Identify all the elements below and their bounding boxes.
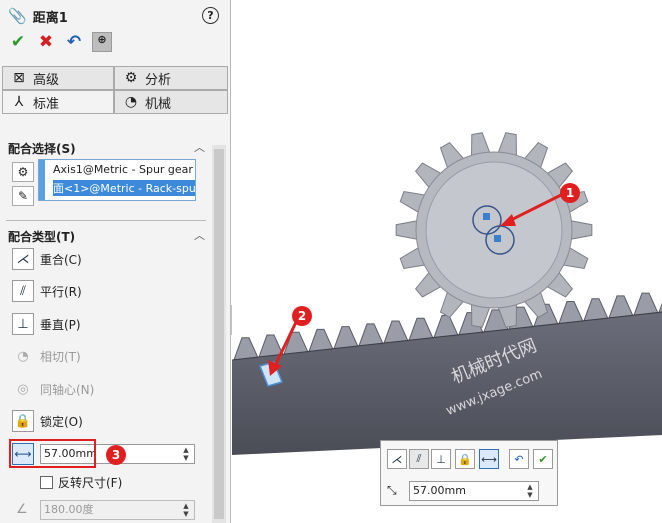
popup-ok-icon[interactable]: ✔ bbox=[533, 449, 553, 469]
mate-selection-list[interactable]: Axis1@Metric - Spur gear 5f 面<1>@Metric … bbox=[38, 159, 196, 201]
popup-dimension-icon: ⤡ bbox=[387, 483, 397, 497]
popup-distance-icon[interactable]: ⟷ bbox=[479, 449, 499, 469]
flip-label: 反转尺寸(F) bbox=[58, 476, 123, 490]
collapse-mate-type-icon[interactable]: ︿ bbox=[194, 227, 205, 243]
mate-perpendicular[interactable]: ⊥ 垂直(P) bbox=[12, 312, 81, 336]
list-item[interactable]: 面<1>@Metric - Rack-spur bbox=[53, 180, 195, 196]
angle-input[interactable]: 180.00度 ▲ ▼ bbox=[40, 500, 195, 520]
mate-coincident[interactable]: ⋌ 重合(C) bbox=[12, 247, 82, 271]
multimate-icon[interactable]: ✎ bbox=[12, 186, 34, 206]
concentric-icon: ◎ bbox=[17, 381, 29, 397]
panel-scrollbar[interactable] bbox=[212, 145, 226, 523]
angle-icon: ∠ bbox=[16, 502, 28, 517]
divider bbox=[6, 220, 206, 221]
mate-tangent[interactable]: ◔ 相切(T) bbox=[12, 344, 81, 368]
help-button[interactable]: ? bbox=[202, 7, 219, 24]
panel-header: 📎 距离1 bbox=[8, 6, 68, 26]
popup-lock-icon[interactable]: 🔒 bbox=[455, 449, 475, 469]
mate-tabs: ⊠ 高级 ⚙ 分析 ⅄ 标准 ◔ 机械 bbox=[2, 66, 228, 116]
distance-spinner[interactable]: ▲ ▼ bbox=[180, 446, 192, 462]
perpendicular-icon: ⊥ bbox=[12, 313, 34, 335]
rack-tooth bbox=[383, 320, 409, 344]
mate-selection-icon: ⚙ bbox=[12, 162, 34, 182]
selection-section-title: 配合选择(S) bbox=[8, 142, 76, 156]
angle-spinner[interactable]: ▲ ▼ bbox=[180, 502, 192, 518]
tab-label: 高级 bbox=[33, 72, 60, 88]
mate-label: 同轴心(N) bbox=[40, 382, 95, 397]
rack-tooth bbox=[633, 292, 659, 316]
pin-button[interactable]: ⊕ bbox=[92, 32, 112, 52]
mate-lock[interactable]: 🔒 锁定(O) bbox=[12, 409, 83, 433]
highlight-box bbox=[9, 439, 96, 468]
tab-label: 机械 bbox=[145, 96, 172, 112]
rack-tooth bbox=[358, 323, 384, 347]
spur-gear-part[interactable] bbox=[395, 132, 593, 328]
flip-dimension[interactable]: 反转尺寸(F) bbox=[40, 474, 122, 491]
popup-distance-spinner[interactable]: ▲ ▼ bbox=[524, 483, 536, 499]
mate-label: 重合(C) bbox=[40, 252, 82, 267]
mate-type-section-title: 配合类型(T) bbox=[8, 230, 76, 244]
mechanical-icon: ◔ bbox=[124, 94, 138, 110]
popup-distance-value: 57.00mm bbox=[413, 484, 466, 497]
callout-badge-3: 3 bbox=[106, 445, 126, 465]
tab-advanced[interactable]: ⊠ 高级 bbox=[2, 66, 114, 90]
tangent-icon: ◔ bbox=[17, 348, 29, 364]
callout-badge-1: 1 bbox=[560, 183, 580, 203]
popup-perpendicular-icon[interactable]: ⊥ bbox=[431, 449, 451, 469]
popup-coincident-icon[interactable]: ⋌ bbox=[387, 449, 407, 469]
mate-parallel[interactable]: ⫽ 平行(R) bbox=[12, 279, 82, 303]
scrollbar-thumb[interactable] bbox=[214, 149, 224, 519]
collapse-selection-icon[interactable]: ︿ bbox=[194, 139, 205, 155]
panel-title: 距离1 bbox=[32, 10, 68, 26]
action-bar: ✔ ✖ ↶ ⊕ bbox=[8, 32, 112, 52]
coincident-icon: ⋌ bbox=[12, 248, 34, 270]
rack-tooth bbox=[608, 295, 634, 319]
tab-label: 标准 bbox=[33, 96, 60, 112]
list-item[interactable]: Axis1@Metric - Spur gear 5f bbox=[53, 163, 195, 176]
rack-tooth bbox=[233, 337, 259, 361]
rack-tooth bbox=[408, 317, 434, 341]
tab-analysis[interactable]: ⚙ 分析 bbox=[114, 66, 228, 90]
gear-tooth bbox=[395, 219, 420, 241]
flip-checkbox[interactable] bbox=[40, 476, 53, 489]
paperclip-icon: 📎 bbox=[8, 7, 27, 25]
rack-tooth bbox=[308, 328, 334, 352]
parallel-icon: ⫽ bbox=[12, 280, 34, 302]
property-manager: 📎 距离1 ? ✔ ✖ ↶ ⊕ ⊠ 高级 ⚙ 分析 ⅄ 标准 ◔ 机械 配合选择… bbox=[0, 0, 231, 523]
standard-icon: ⅄ bbox=[14, 94, 24, 110]
rack-tooth bbox=[433, 314, 459, 339]
selection-bar bbox=[39, 160, 45, 200]
gear-tooth bbox=[568, 219, 593, 241]
mate-concentric[interactable]: ◎ 同轴心(N) bbox=[12, 377, 94, 401]
tab-label: 分析 bbox=[145, 72, 172, 88]
tab-standard[interactable]: ⅄ 标准 bbox=[2, 90, 114, 114]
cancel-button[interactable]: ✖ bbox=[36, 32, 56, 52]
mate-label: 相切(T) bbox=[40, 349, 81, 364]
mate-label: 平行(R) bbox=[40, 284, 82, 299]
popup-parallel-icon[interactable]: ⫽ bbox=[409, 449, 429, 469]
lock-icon: 🔒 bbox=[12, 410, 34, 432]
mate-popup-toolbar: ⋌ ⫽ ⊥ 🔒 ⟷ ↶ ✔ ⤡ 57.00mm ▲ ▼ bbox=[380, 440, 558, 506]
popup-undo-icon[interactable]: ↶ bbox=[509, 449, 529, 469]
angle-value: 180.00度 bbox=[44, 503, 94, 516]
rack-tooth bbox=[283, 331, 309, 355]
undo-button[interactable]: ↶ bbox=[64, 32, 84, 52]
rack-tooth bbox=[558, 300, 584, 325]
advanced-icon: ⊠ bbox=[13, 70, 25, 86]
analysis-icon: ⚙ bbox=[124, 70, 138, 86]
ok-button[interactable]: ✔ bbox=[8, 32, 28, 52]
callout-badge-2: 2 bbox=[292, 306, 312, 326]
mate-label: 锁定(O) bbox=[40, 414, 83, 429]
rack-tooth bbox=[333, 326, 359, 350]
popup-distance-input[interactable]: 57.00mm ▲ ▼ bbox=[409, 481, 539, 501]
rack-tooth bbox=[583, 298, 609, 322]
mate-label: 垂直(P) bbox=[40, 317, 81, 332]
tab-mechanical[interactable]: ◔ 机械 bbox=[114, 90, 228, 114]
